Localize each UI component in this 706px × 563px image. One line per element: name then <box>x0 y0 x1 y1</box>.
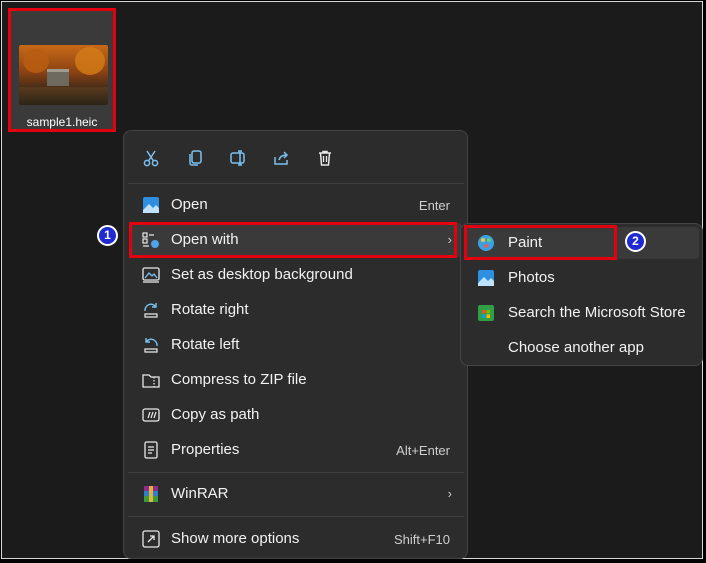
rotate-right-icon <box>142 301 160 319</box>
microsoft-store-icon <box>477 304 495 322</box>
submenu-item-label: Choose another app <box>508 339 644 356</box>
divider <box>128 183 464 184</box>
divider <box>128 516 464 517</box>
shortcut-text: Enter <box>418 198 450 213</box>
menu-item-label: Open <box>171 196 208 213</box>
submenu-item-choose-another-app[interactable]: Choose another app <box>465 332 699 364</box>
menu-item-label: WinRAR <box>171 485 229 502</box>
menu-item-rotate-left[interactable]: Rotate left <box>129 328 462 362</box>
menu-item-open[interactable]: Open Enter <box>129 188 462 222</box>
menu-item-label: Rotate right <box>171 301 249 318</box>
menu-item-label: Compress to ZIP file <box>171 371 307 388</box>
chevron-right-icon: › <box>447 232 452 247</box>
properties-icon <box>142 441 160 459</box>
context-toolbar <box>124 131 467 183</box>
winrar-icon <box>142 485 160 503</box>
photos-icon <box>477 269 495 287</box>
shortcut-text: Shift+F10 <box>393 532 450 547</box>
menu-item-label: Properties <box>171 441 240 458</box>
image-thumbnail <box>19 45 108 105</box>
menu-item-label: Copy as path <box>171 406 260 423</box>
chevron-right-icon: › <box>447 486 452 501</box>
menu-item-copy-as-path[interactable]: Copy as path <box>129 398 462 432</box>
menu-item-winrar[interactable]: WinRAR › <box>129 477 462 511</box>
menu-item-label: Set as desktop background <box>171 266 353 283</box>
menu-item-label: Open with <box>171 231 239 248</box>
shortcut-text: Alt+Enter <box>396 443 450 458</box>
cut-icon[interactable] <box>138 145 164 171</box>
copy-icon[interactable] <box>182 145 208 171</box>
menu-item-compress-zip[interactable]: Compress to ZIP file <box>129 363 462 397</box>
share-icon[interactable] <box>268 145 294 171</box>
step-badge-2: 2 <box>625 231 646 252</box>
zip-folder-icon <box>142 371 160 389</box>
show-more-icon <box>142 530 160 548</box>
menu-item-show-more-options[interactable]: Show more options Shift+F10 <box>129 522 462 556</box>
menu-item-set-desktop-background[interactable]: Set as desktop background <box>129 258 462 292</box>
open-with-icon <box>142 231 160 249</box>
submenu-item-photos[interactable]: Photos <box>465 262 699 294</box>
submenu-item-label: Search the Microsoft Store <box>508 304 686 321</box>
copy-path-icon <box>142 406 160 424</box>
context-menu: Open Enter Open with › Set as desktop ba… <box>123 130 468 559</box>
menu-item-label: Show more options <box>171 530 300 547</box>
file-name-label: sample1.heic <box>26 115 98 129</box>
menu-item-rotate-right[interactable]: Rotate right <box>129 293 462 327</box>
menu-item-label: Rotate left <box>171 336 240 353</box>
photos-icon <box>142 196 160 214</box>
step-badge-1: 1 <box>97 225 118 246</box>
menu-item-properties[interactable]: Properties Alt+Enter <box>129 433 462 467</box>
rotate-left-icon <box>142 336 160 354</box>
divider <box>128 472 464 473</box>
file-icon-sample1[interactable]: sample1.heic <box>8 8 116 132</box>
submenu-item-paint[interactable]: Paint <box>465 227 699 259</box>
submenu-item-label: Photos <box>508 269 555 286</box>
rename-icon[interactable] <box>225 145 251 171</box>
paint-icon <box>477 234 495 252</box>
desktop-background-icon <box>142 266 160 284</box>
submenu-item-microsoft-store[interactable]: Search the Microsoft Store <box>465 297 699 329</box>
delete-icon[interactable] <box>312 145 338 171</box>
open-with-submenu: Paint Photos Search the Microsoft Store … <box>460 223 703 366</box>
submenu-item-label: Paint <box>508 234 543 251</box>
menu-item-open-with[interactable]: Open with › <box>129 223 462 257</box>
